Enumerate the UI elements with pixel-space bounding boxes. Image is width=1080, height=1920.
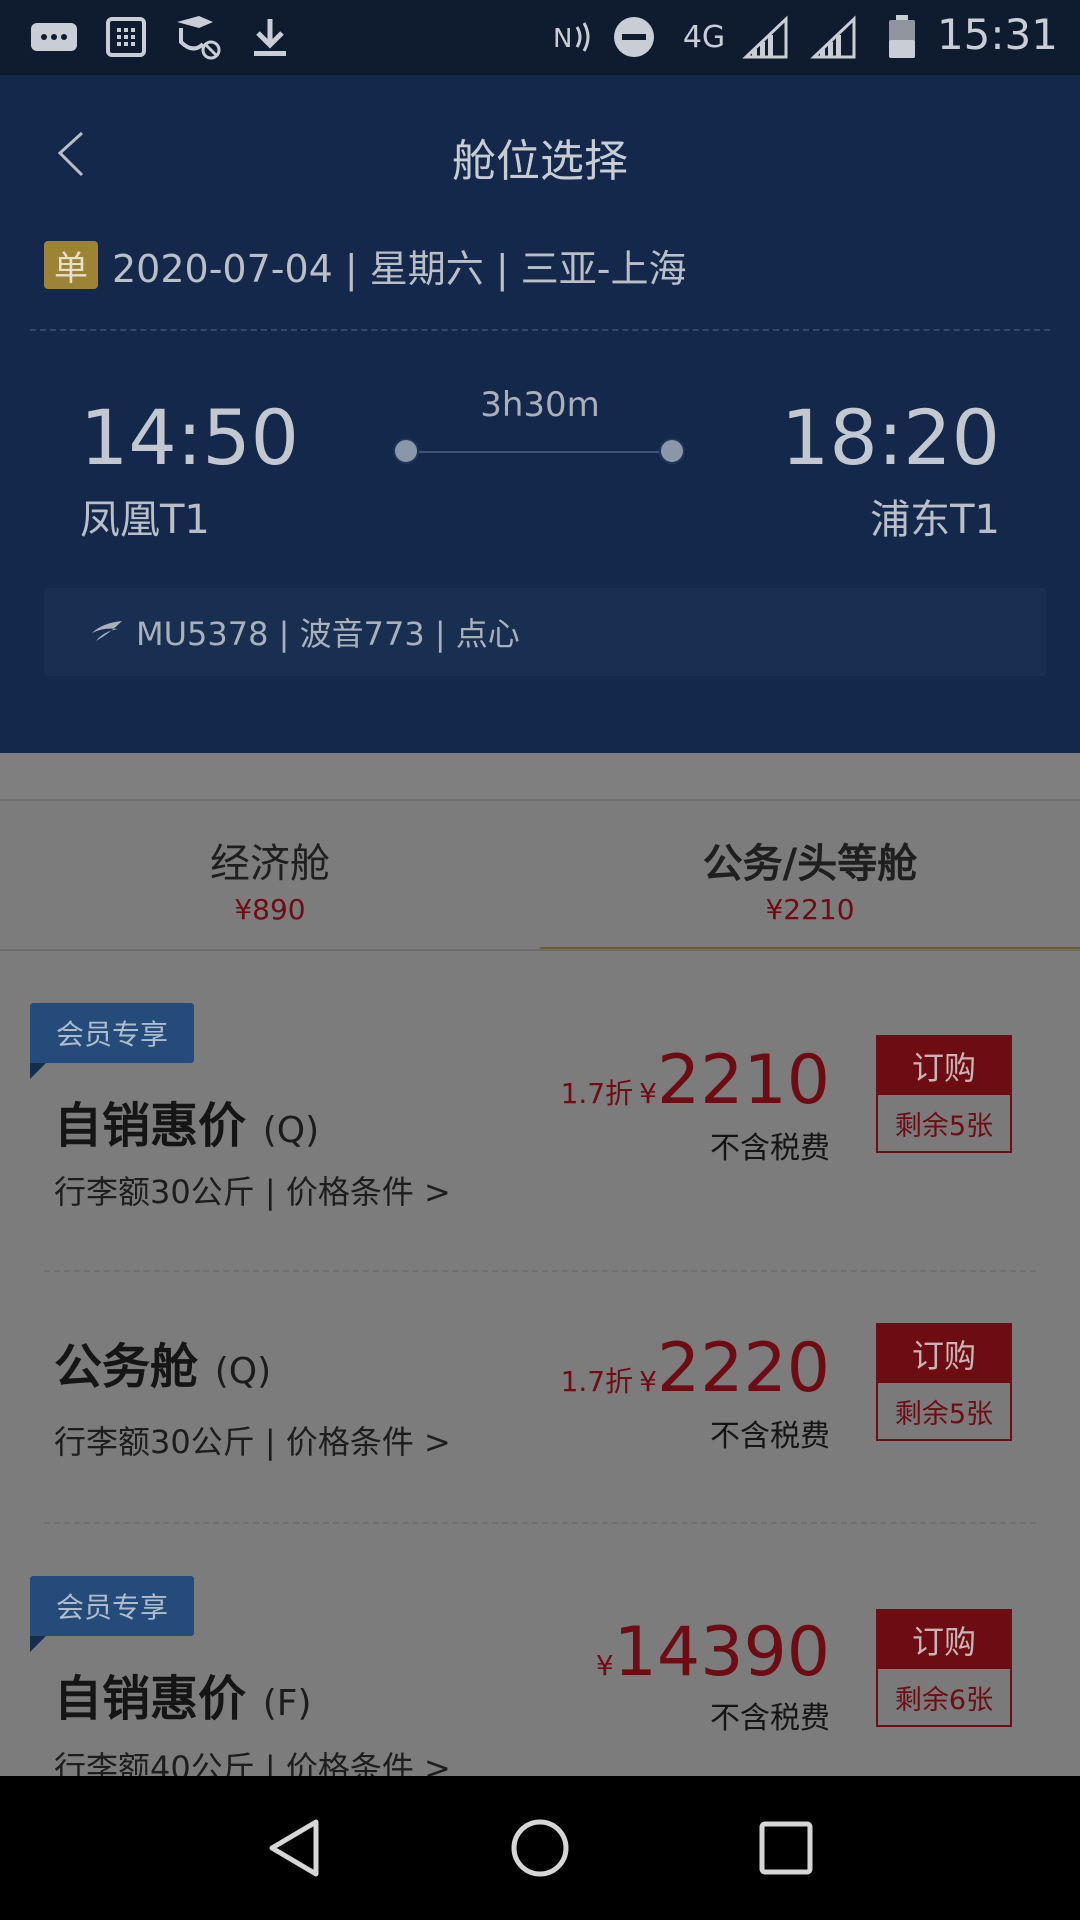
dnd-icon xyxy=(608,14,660,60)
arrival-time: 18:20 xyxy=(780,393,1000,482)
route-line xyxy=(406,451,672,453)
member-exclusive-badge: 会员专享 xyxy=(30,1003,194,1063)
book-button[interactable]: 订购 剩余5张 xyxy=(876,1323,1012,1441)
discount-label: 1.7折 xyxy=(560,1077,634,1110)
flight-header: 舱位选择 单 2020-07-04 | 星期六 | 三亚-上海 14:50 凤凰… xyxy=(0,75,1080,753)
fare-price: ¥ 14390 xyxy=(596,1613,830,1692)
flight-info-bar: MU5378 | 波音773 | 点心 xyxy=(44,588,1046,676)
fare-price: 1.7折 ¥ 2210 xyxy=(561,1041,830,1120)
triangle-back-icon xyxy=(269,1819,319,1877)
system-nav-bar xyxy=(0,1776,1080,1920)
section-gap xyxy=(0,753,1080,799)
arrival-airport: 浦东T1 xyxy=(870,497,1000,543)
circle-home-icon xyxy=(511,1819,569,1877)
fare-cabin-code: (F) xyxy=(262,1683,312,1724)
remaining-seats: 剩余5张 xyxy=(894,1398,994,1430)
tab-label: 经济舱 xyxy=(210,841,330,887)
signal-icon xyxy=(808,14,860,60)
nfc-icon: N xyxy=(548,14,600,60)
list-item: 会员专享 自销惠价 (F) 行李额40公斤 | 价格条件 > ¥ 14390 不… xyxy=(0,1523,1080,1776)
price-amount: 2210 xyxy=(656,1041,830,1120)
fare-cabin-code: (Q) xyxy=(214,1351,272,1392)
discount-label: 1.7折 xyxy=(560,1365,634,1398)
flight-info-text: MU5378 | 波音773 | 点心 xyxy=(136,615,520,653)
fare-price: 1.7折 ¥ 2220 xyxy=(561,1329,830,1408)
signal-icon xyxy=(740,14,792,60)
fare-name: 公务舱 (Q) xyxy=(54,1327,271,1397)
remaining-seats: 剩余5张 xyxy=(894,1110,994,1142)
nav-home-button[interactable] xyxy=(500,1808,580,1888)
trip-info-row: 单 2020-07-04 | 星期六 | 三亚-上海 xyxy=(44,240,687,291)
tab-price: ¥2210 xyxy=(765,893,855,926)
arrival-dot xyxy=(659,438,685,464)
tab-economy[interactable]: 经济舱 ¥890 xyxy=(0,801,540,952)
status-bar: N 4G 15:31 xyxy=(0,0,1080,75)
tax-note: 不含税费 xyxy=(710,1131,830,1166)
fare-list[interactable]: 会员专享 自销惠价 (Q) 行李额30公斤 | 价格条件 > 1.7折 ¥ 22… xyxy=(0,951,1080,1776)
book-label: 订购 xyxy=(878,1611,1010,1669)
square-recents-icon xyxy=(759,1821,813,1875)
keypad-icon xyxy=(100,14,152,60)
book-button[interactable]: 订购 剩余5张 xyxy=(876,1035,1012,1153)
tab-label: 公务/头等舱 xyxy=(702,841,918,887)
list-item: 会员专享 自销惠价 (Q) 行李额30公斤 | 价格条件 > 1.7折 ¥ 22… xyxy=(0,951,1080,1272)
book-label: 订购 xyxy=(878,1325,1010,1383)
tax-note: 不含税费 xyxy=(710,1701,830,1736)
divider xyxy=(30,329,1050,331)
member-exclusive-badge: 会员专享 xyxy=(30,1576,194,1636)
fare-cabin-code: (Q) xyxy=(262,1110,320,1151)
fare-name: 自销惠价 (Q) xyxy=(54,1086,319,1156)
list-item: 公务舱 (Q) 行李额30公斤 | 价格条件 > 1.7折 ¥ 2220 不含税… xyxy=(0,1271,1080,1524)
tab-business-first[interactable]: 公务/头等舱 ¥2210 xyxy=(540,801,1080,952)
currency-symbol: ¥ xyxy=(639,1365,657,1398)
fare-conditions-link[interactable]: 行李额30公斤 | 价格条件 > xyxy=(54,1417,451,1463)
cabin-tabs: 经济舱 ¥890 公务/头等舱 ¥2210 xyxy=(0,799,1080,952)
remaining-seats: 剩余6张 xyxy=(894,1684,994,1716)
tax-note: 不含税费 xyxy=(710,1419,830,1454)
fare-title: 自销惠价 xyxy=(54,1098,247,1154)
book-button[interactable]: 订购 剩余6张 xyxy=(876,1609,1012,1727)
network-type-label: 4G xyxy=(682,19,726,55)
fare-conditions-link[interactable]: 行李额40公斤 | 价格条件 > xyxy=(54,1743,451,1776)
nav-back-button[interactable] xyxy=(254,1808,334,1888)
nav-recents-button[interactable] xyxy=(746,1808,826,1888)
trip-info-text: 2020-07-04 | 星期六 | 三亚-上海 xyxy=(112,246,687,291)
clock: 15:31 xyxy=(936,10,1058,59)
departure-airport: 凤凰T1 xyxy=(80,497,210,543)
page-title: 舱位选择 xyxy=(452,136,628,187)
tab-price: ¥890 xyxy=(234,893,306,926)
currency-symbol: ¥ xyxy=(595,1649,614,1682)
battery-icon xyxy=(876,14,928,60)
message-icon xyxy=(28,14,80,60)
app-icon xyxy=(172,14,224,60)
svg-text:N: N xyxy=(553,24,572,54)
one-way-badge: 单 xyxy=(44,241,98,289)
fare-conditions-link[interactable]: 行李额30公斤 | 价格条件 > xyxy=(54,1167,451,1213)
price-amount: 2220 xyxy=(656,1329,830,1408)
download-icon xyxy=(244,14,296,60)
book-label: 订购 xyxy=(878,1037,1010,1095)
currency-symbol: ¥ xyxy=(639,1077,657,1110)
departure-dot xyxy=(393,438,419,464)
airline-logo-icon xyxy=(92,621,122,641)
price-amount: 14390 xyxy=(613,1613,830,1692)
fare-title: 自销惠价 xyxy=(54,1671,247,1727)
fare-title: 公务舱 xyxy=(54,1339,199,1395)
fare-name: 自销惠价 (F) xyxy=(54,1659,312,1729)
